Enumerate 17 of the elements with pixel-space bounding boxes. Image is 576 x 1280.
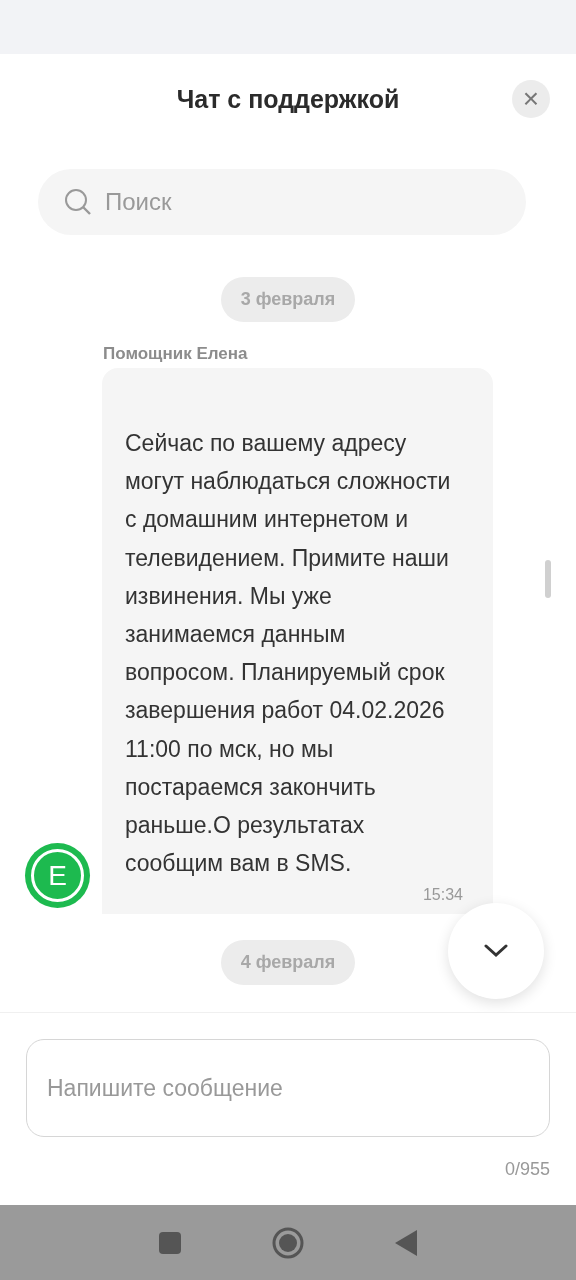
sender-name: Помощник Елена [103,344,249,364]
character-counter: 0/955 [503,1159,550,1180]
square-icon[interactable] [158,1230,182,1255]
avatar: Е [25,843,90,909]
message-input[interactable]: Напишите сообщение [26,1039,550,1137]
message-time: 15:34 [421,886,464,905]
date-chip: 3 февраля [220,277,356,322]
back-icon[interactable] [394,1228,418,1257]
close-button[interactable]: × [512,80,550,118]
chevron-down-icon [484,944,508,958]
search-field[interactable]: Поиск [38,169,526,235]
date-chip: 4 февраля [220,940,356,986]
home-icon[interactable] [272,1226,304,1259]
search-icon [64,188,92,216]
scrollbar[interactable] [545,560,551,598]
window-title: Чат с поддержкой [176,85,400,114]
message-text: Сейчас по вашему адресу могут наблюдаться сложности с домашним интернетом и телевидением. Примите наши извинения. Мы уже занимаемся данным вопросом. Планируемый срок завершения работ 04.02.2026 11:00 по мск, но мы постараемся закончить раньше.О результатах сообщим вам в SMS. [125,429,452,879]
